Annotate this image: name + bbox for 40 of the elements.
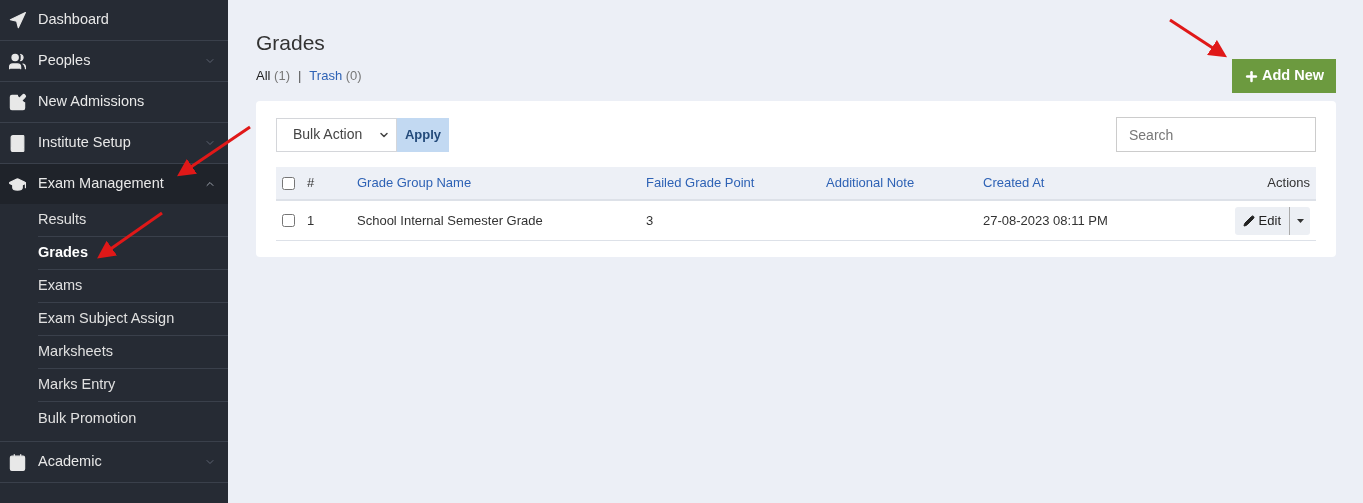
column-header[interactable]: Created At	[983, 173, 1163, 193]
sidebar-item[interactable]: Institute Setup	[0, 123, 228, 163]
sidebar-item[interactable]: Dashboard	[0, 0, 228, 40]
sidebar-item[interactable]: New Admissions	[0, 82, 228, 122]
table-cell: School Internal Semester Grade	[357, 212, 543, 228]
bulk-action-select[interactable]: Bulk Action	[276, 117, 397, 152]
column-header: Actions	[1266, 174, 1310, 193]
column-header[interactable]: Grade Group Name	[357, 173, 646, 193]
annotation-arrow	[97, 211, 163, 259]
users-icon	[8, 51, 27, 71]
page-title: Grades	[256, 30, 326, 56]
sidebar-item[interactable]: Academic	[0, 442, 228, 482]
column-header: #	[307, 174, 316, 193]
plus-icon	[1244, 68, 1259, 84]
navigation-icon	[8, 10, 27, 30]
column-header[interactable]: Failed Grade Point	[646, 173, 826, 193]
select-all-checkbox[interactable]	[282, 176, 295, 190]
search-field[interactable]: Search	[1116, 117, 1316, 152]
book-icon	[8, 133, 27, 153]
pencil-icon	[1242, 214, 1255, 227]
filter-link[interactable]: Trash (0)	[309, 66, 362, 86]
submenu-item[interactable]: Grades	[38, 237, 228, 270]
separator: |	[297, 67, 302, 85]
submenu-item[interactable]: Marks Entry	[38, 369, 228, 402]
column-header[interactable]: Additional Note	[826, 173, 983, 193]
annotation-arrow	[1169, 18, 1227, 58]
sidebar-item[interactable]: Exam Management	[0, 164, 228, 204]
submenu-item[interactable]: Exam Subject Assign	[38, 303, 228, 336]
filter-link[interactable]: All (1)	[256, 66, 290, 86]
submenu-item[interactable]: Exams	[38, 270, 228, 303]
submenu-item[interactable]: Bulk Promotion	[38, 402, 228, 435]
table-cell: 3	[646, 212, 654, 228]
submenu-item[interactable]: Marksheets	[38, 336, 228, 369]
row-checkbox[interactable]	[282, 214, 295, 227]
caret-icon	[1296, 218, 1304, 223]
table-cell: 27-08-2023 08:11 PM	[983, 212, 1108, 228]
apply-button[interactable]: Apply	[397, 117, 449, 152]
submenu-item[interactable]: Results	[38, 204, 228, 237]
table-cell: 1	[307, 212, 315, 228]
sidebar-item[interactable]: Peoples	[0, 41, 228, 81]
